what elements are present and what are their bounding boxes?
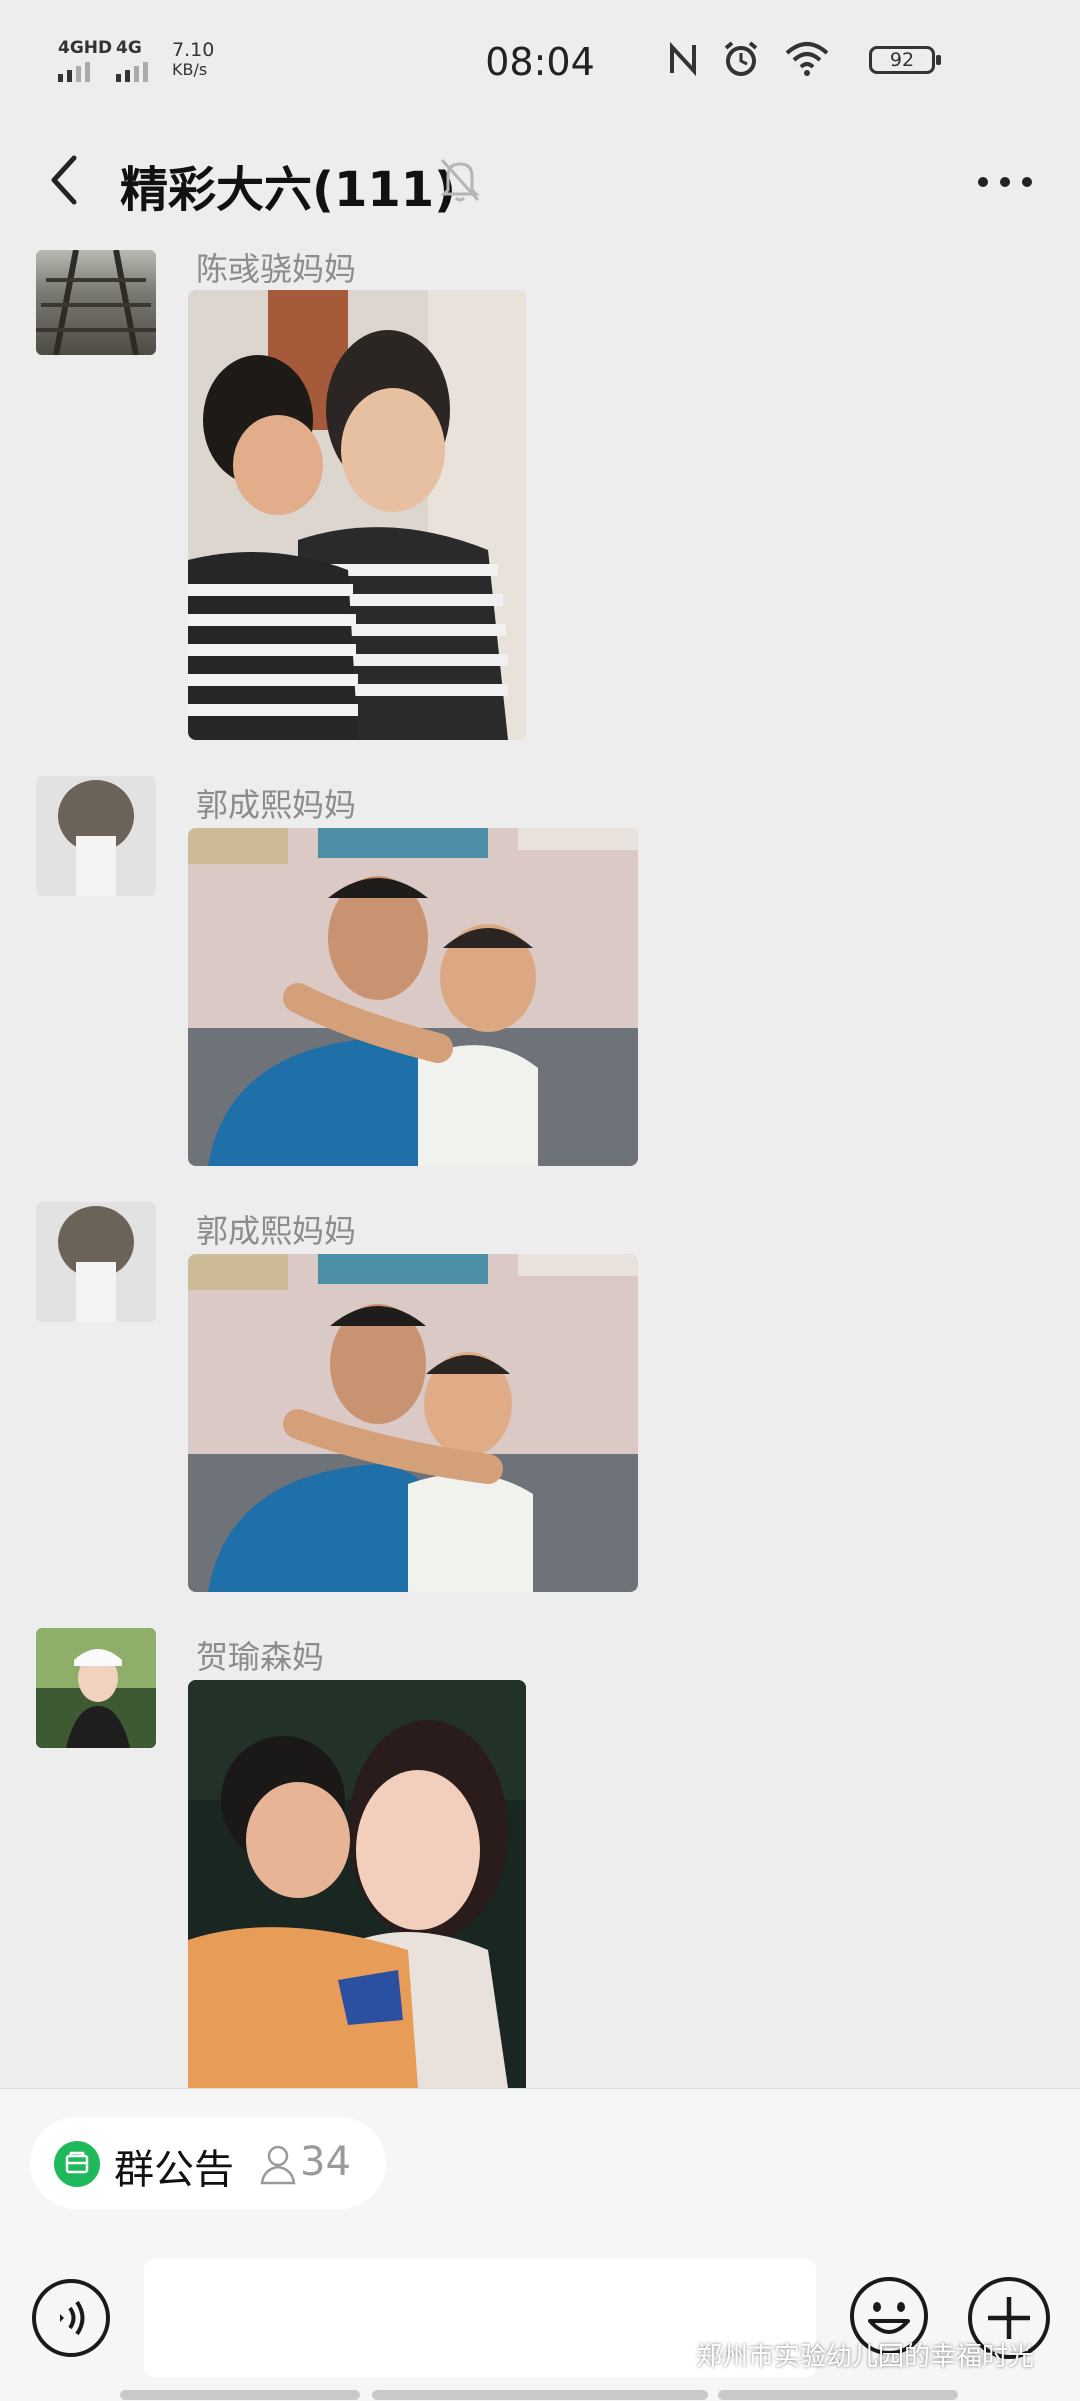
chat-title: 精彩大六(111) — [120, 162, 457, 218]
watermark-text: 郑州市实验幼儿园的幸福时光 — [696, 2342, 1035, 2372]
avatar[interactable] — [36, 250, 156, 355]
nav-bar-segment — [718, 2390, 958, 2400]
avatar[interactable] — [36, 1628, 156, 1748]
watermark: 郑州市实验幼儿园的幸福时光 — [652, 2336, 1034, 2373]
sender-name: 陈彧骁妈妈 — [196, 250, 357, 288]
battery-indicator: 92 — [869, 46, 941, 74]
sender-name: 贺瑜森妈 — [196, 1638, 325, 1676]
voice-icon[interactable] — [30, 2277, 112, 2359]
status-icons — [668, 40, 830, 78]
status-bar: 4GHD 4G 7.10 KB/s 08:04 92 — [0, 0, 1080, 120]
more-icon[interactable] — [970, 152, 1040, 212]
sender-name: 郭成熙妈妈 — [196, 786, 357, 824]
avatar[interactable] — [36, 776, 156, 896]
wechat-icon — [653, 2340, 688, 2367]
chat-header: 精彩大六(111) — [0, 130, 1080, 230]
nav-bar-segment — [372, 2390, 708, 2400]
message-image[interactable] — [188, 290, 526, 740]
message-image[interactable] — [188, 1254, 638, 1592]
sender-name: 郭成熙妈妈 — [196, 1212, 357, 1250]
message-image[interactable] — [188, 1680, 526, 2088]
wifi-icon — [785, 42, 829, 76]
message-image[interactable] — [188, 828, 638, 1166]
nav-bar-segment — [120, 2390, 360, 2400]
group-notice-button[interactable]: 群公告 34 — [30, 2117, 386, 2209]
back-icon[interactable] — [38, 150, 98, 210]
mute-bell-icon — [440, 158, 480, 202]
group-notice-label: 群公告 — [114, 2147, 234, 2193]
member-icon — [260, 2145, 296, 2185]
nfc-icon — [670, 41, 696, 77]
alarm-icon — [724, 41, 758, 76]
notice-icon — [54, 2141, 100, 2187]
avatar[interactable] — [36, 1202, 156, 1322]
member-count: 34 — [300, 2139, 351, 2185]
